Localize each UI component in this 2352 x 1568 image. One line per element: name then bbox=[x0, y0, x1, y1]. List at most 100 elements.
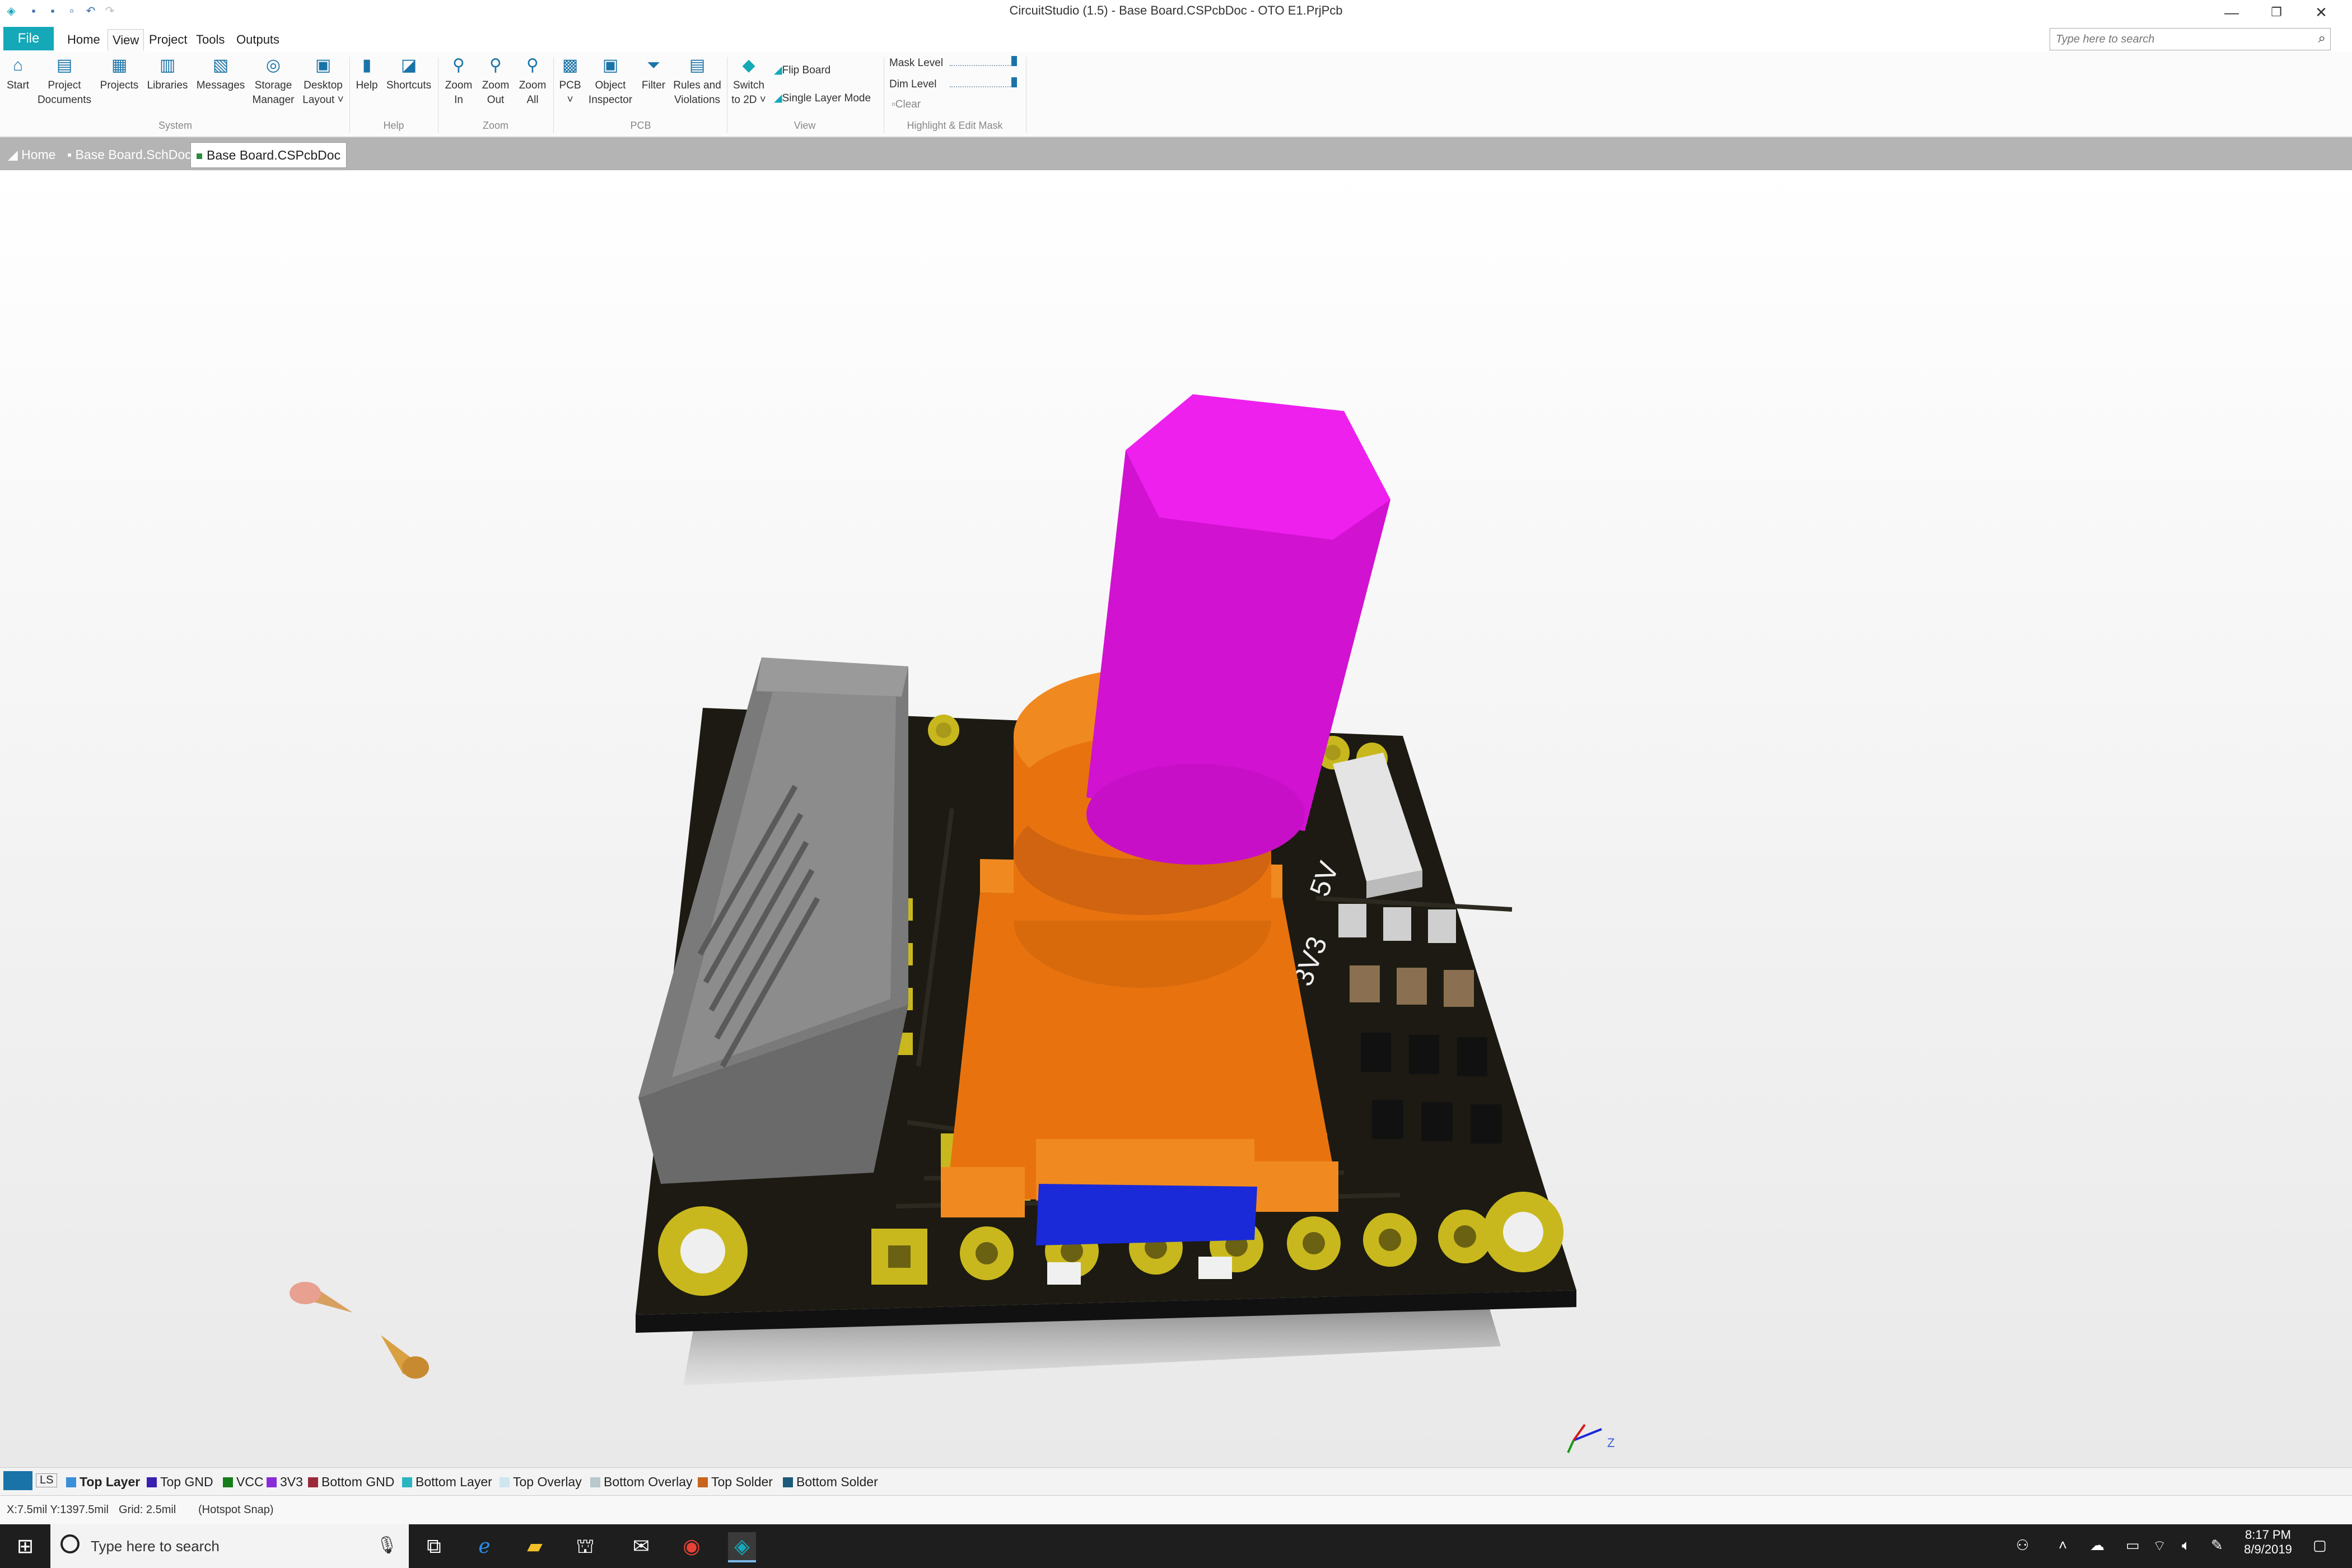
clear-icon: ▫ bbox=[892, 99, 895, 110]
ribbon: ⌂ Start ▤ Project Documents ▦ Projects ▥ Libr… bbox=[0, 52, 2352, 138]
search-icon[interactable]: ⌕ bbox=[2318, 31, 2326, 46]
layer-top-overlay[interactable]: Top Overlay bbox=[500, 1474, 582, 1490]
layer-color-selector[interactable] bbox=[3, 1471, 32, 1490]
layer-bottom-gnd[interactable]: Bottom GND bbox=[308, 1474, 394, 1490]
clock-time: 8:17 PM bbox=[2245, 1528, 2291, 1542]
pcb-icon: ▩ bbox=[562, 56, 578, 74]
store-icon[interactable]: ⛫ bbox=[571, 1532, 599, 1560]
project-documents-button[interactable]: ▤ Project Documents bbox=[35, 56, 94, 108]
file-explorer-icon[interactable]: ▰ bbox=[521, 1532, 549, 1560]
menu-tools[interactable]: Tools bbox=[192, 29, 229, 50]
messages-button[interactable]: ▧ Messages bbox=[194, 56, 248, 93]
volume-icon[interactable]: 🔈︎ bbox=[2182, 1537, 2191, 1555]
documents-icon: ▤ bbox=[56, 56, 73, 74]
projects-button[interactable]: ▦ Projects bbox=[96, 56, 142, 93]
start-button[interactable]: ⌂ Start bbox=[3, 56, 32, 93]
mask-level-slider[interactable] bbox=[950, 56, 1017, 66]
help-icon: ▮ bbox=[362, 56, 372, 74]
storage-manager-button[interactable]: ◎ Storage Manager bbox=[249, 56, 298, 108]
onedrive-icon[interactable]: ☁ bbox=[2090, 1537, 2104, 1554]
mail-icon[interactable]: ✉ bbox=[627, 1532, 655, 1560]
layer-top-layer[interactable]: Top Layer bbox=[66, 1474, 140, 1490]
menu-project[interactable]: Project bbox=[144, 29, 192, 50]
people-icon[interactable]: ⚇ bbox=[2016, 1537, 2029, 1554]
home-icon: ⌂ bbox=[12, 56, 24, 74]
battery-icon[interactable]: ▭ bbox=[2126, 1537, 2140, 1554]
filter-button[interactable]: ⏷ Filter bbox=[637, 56, 670, 93]
zoom-all-icon: ⚲ bbox=[526, 56, 539, 74]
menu-outputs[interactable]: Outputs bbox=[232, 29, 284, 50]
rules-violations-button[interactable]: ▤ Rules and Violations bbox=[670, 56, 725, 108]
menu-view[interactable]: View bbox=[108, 29, 144, 51]
group-zoom: Zoom bbox=[482, 120, 508, 131]
flip-board-icon: ◢ bbox=[774, 64, 782, 76]
libraries-button[interactable]: ▥ Libraries bbox=[143, 56, 192, 93]
switch-2d-icon: ◆ bbox=[742, 56, 755, 74]
flip-board-button[interactable]: ◢Flip Board bbox=[774, 64, 830, 77]
layer-swatch bbox=[147, 1477, 157, 1487]
help-button[interactable]: ▮ Help bbox=[353, 56, 381, 93]
search-box[interactable]: Type here to search ⌕ bbox=[2050, 28, 2331, 50]
ribbon-separator bbox=[553, 57, 554, 133]
single-layer-icon: ◢ bbox=[774, 92, 782, 104]
circuitstudio-taskbar-icon[interactable]: ◈ bbox=[728, 1532, 756, 1562]
zoom-in-button[interactable]: ⚲ Zoom In bbox=[441, 56, 476, 108]
shortcuts-button[interactable]: ◪ Shortcuts bbox=[383, 56, 435, 93]
filter-icon: ⏷ bbox=[647, 56, 660, 74]
close-button[interactable]: ✕ bbox=[2296, 1, 2346, 24]
layer-bottom-layer[interactable]: Bottom Layer bbox=[402, 1474, 492, 1490]
microphone-icon[interactable]: 🎙︎ bbox=[376, 1536, 398, 1555]
title-bar: ◈ ▪ ▪ ▫ ↶ ↷ CircuitStudio (1.5) - Base B… bbox=[0, 0, 2352, 26]
layer-3v3[interactable]: 3V3 bbox=[267, 1474, 303, 1490]
layer-swatch bbox=[308, 1477, 318, 1487]
wifi-icon[interactable]: ⌔ bbox=[2153, 1537, 2166, 1555]
notifications-icon[interactable]: ▢ bbox=[2313, 1537, 2327, 1554]
schematic-icon: ▪ bbox=[67, 147, 76, 162]
rules-icon: ▤ bbox=[689, 56, 706, 74]
desktop-layout-button[interactable]: ▣ Desktop Layout ˅ bbox=[300, 56, 346, 108]
layer-tabs: LS Top Layer Top GND VCC 3V3 Bottom GND … bbox=[0, 1467, 2352, 1496]
file-menu[interactable]: File bbox=[3, 27, 54, 50]
layer-swatch bbox=[783, 1477, 793, 1487]
object-inspector-button[interactable]: ▣ Object Inspector bbox=[585, 56, 636, 108]
restore-button[interactable]: ❐ bbox=[2251, 1, 2302, 24]
slider-handle[interactable] bbox=[1011, 77, 1017, 87]
pcb-button[interactable]: ▩ PCB ˅ bbox=[557, 56, 584, 108]
task-view-icon[interactable]: ⧉ bbox=[420, 1532, 448, 1560]
snap-mode: (Hotspot Snap) bbox=[198, 1504, 274, 1516]
layer-vcc[interactable]: VCC bbox=[223, 1474, 264, 1490]
taskbar-search-input[interactable]: Type here to search bbox=[91, 1538, 220, 1555]
tab-base-board-cspcbdoc[interactable]: Base Board.CSPcbDoc bbox=[190, 142, 347, 168]
zoom-out-button[interactable]: ⚲ Zoom Out bbox=[478, 56, 513, 108]
tab-base-board-schdoc[interactable]: ▪ Base Board.SchDoc bbox=[62, 142, 197, 167]
dim-level-slider[interactable] bbox=[950, 77, 1017, 87]
layer-ls[interactable]: LS bbox=[36, 1473, 58, 1487]
layer-bottom-solder[interactable]: Bottom Solder bbox=[783, 1474, 878, 1490]
search-input[interactable]: Type here to search bbox=[2056, 33, 2154, 46]
layer-top-gnd[interactable]: Top GND bbox=[147, 1474, 213, 1490]
zoom-all-button[interactable]: ⚲ Zoom All bbox=[515, 56, 550, 108]
projects-icon: ▦ bbox=[111, 56, 128, 74]
taskbar-search[interactable]: Type here to search 🎙︎ bbox=[50, 1524, 409, 1568]
pcb-3d-viewport[interactable]: 3V3 5V Z bbox=[0, 170, 2352, 1467]
clock[interactable]: 8:17 PM 8/9/2019 bbox=[2240, 1528, 2296, 1557]
edge-icon[interactable]: ℯ bbox=[470, 1532, 498, 1560]
cortana-icon bbox=[60, 1534, 80, 1553]
switch-to-2d-button[interactable]: ◆ Switch to 2D ˅ bbox=[729, 56, 768, 108]
chrome-icon[interactable]: ◉ bbox=[678, 1532, 706, 1560]
clear-mask-button[interactable]: ▫Clear bbox=[892, 99, 921, 111]
windows-start-icon[interactable]: ⊞ bbox=[11, 1532, 39, 1560]
menu-home[interactable]: Home bbox=[63, 29, 105, 50]
minimize-button[interactable]: — bbox=[2206, 1, 2257, 24]
single-layer-mode-button[interactable]: ◢Single Layer Mode bbox=[774, 92, 871, 105]
home-tab-icon: ◢ bbox=[8, 147, 22, 162]
messages-icon: ▧ bbox=[212, 56, 229, 74]
tray-overflow-icon[interactable]: ˄ bbox=[2059, 1537, 2067, 1554]
slider-handle[interactable] bbox=[1011, 56, 1017, 66]
layer-swatch bbox=[402, 1477, 412, 1487]
camera-target-cones bbox=[290, 1282, 429, 1379]
tab-home[interactable]: ◢ Home bbox=[2, 142, 61, 167]
layer-top-solder[interactable]: Top Solder bbox=[698, 1474, 773, 1490]
layer-bottom-overlay[interactable]: Bottom Overlay bbox=[590, 1474, 693, 1490]
pen-icon[interactable]: ✎ bbox=[2211, 1537, 2223, 1554]
